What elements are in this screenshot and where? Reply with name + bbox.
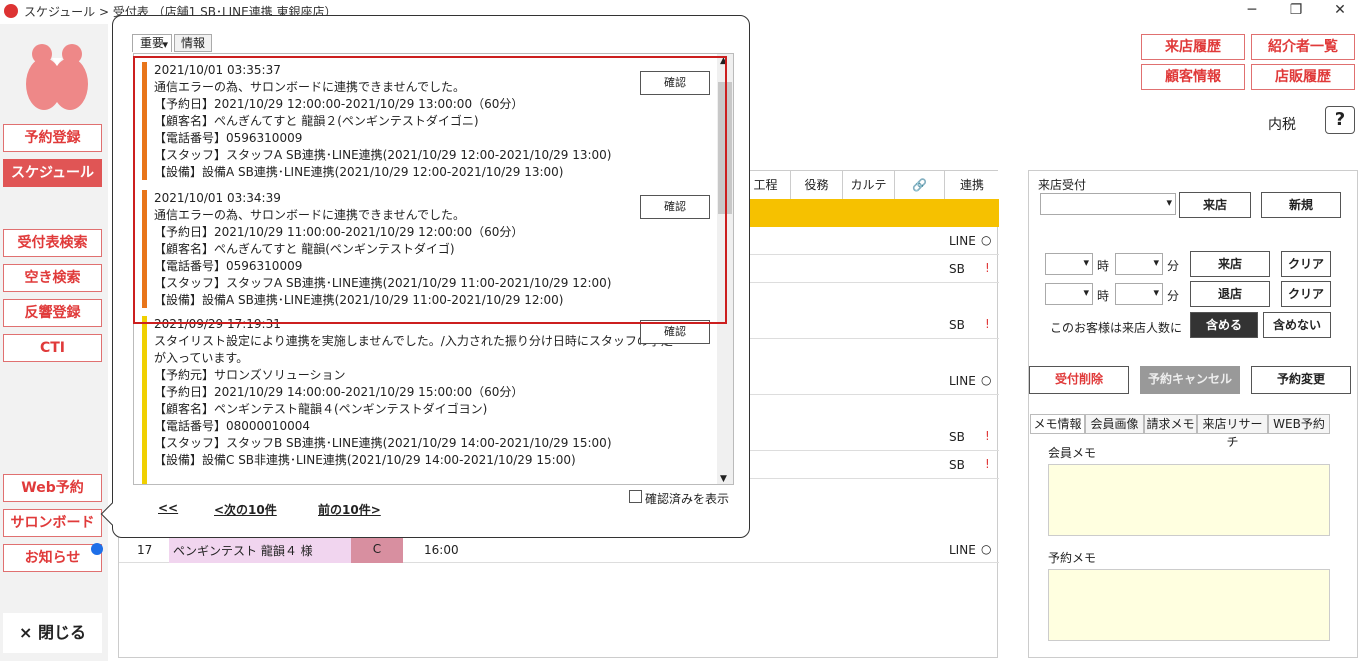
link-type: SB [949, 430, 965, 444]
notification-text: 2021/09/29 17:19:31 スタイリスト設定により連携を実施しません… [154, 317, 673, 467]
delete-reception-button[interactable]: 受付削除 [1029, 366, 1129, 394]
scroll-down-icon[interactable]: ▼ [720, 474, 727, 484]
first-page-link[interactable]: << [158, 501, 178, 515]
schedule-button[interactable]: スケジュール [3, 159, 102, 187]
status-icon: ○ [981, 373, 992, 387]
tab-visit-research[interactable]: 来店リサーチ [1197, 414, 1268, 449]
tax-label: 内税 [1268, 117, 1296, 133]
web-reserve-button[interactable]: Web予約 [3, 474, 102, 502]
leave-minute-select[interactable] [1115, 283, 1163, 305]
row-number: 17 [137, 543, 153, 557]
arrive-hour-select[interactable] [1045, 253, 1093, 275]
reserve-button[interactable]: 予約登録 [3, 124, 102, 152]
salon-board-button[interactable]: サロンボード [3, 509, 102, 537]
include-button[interactable]: 含める [1190, 312, 1258, 338]
tab-important[interactable]: 重要 [132, 34, 172, 53]
notification-popup: 重要 情報 2021/10/01 03:35:37 通信エラーの為、サロンボード… [100, 15, 750, 538]
member-memo-label: 会員メモ [1048, 446, 1097, 460]
vacancy-button[interactable]: 空き検索 [3, 264, 102, 292]
course-code: C [351, 537, 403, 563]
reserve-memo-field[interactable] [1048, 569, 1330, 641]
cancel-reservation-button[interactable]: 予約キャンセル [1140, 366, 1240, 394]
tab-info[interactable]: 情報 [174, 34, 212, 52]
hour-label: 時 [1097, 259, 1110, 273]
sidebar: 予約登録 スケジュール 受付表検索 空き検索 反響登録 CTI Web予約 サロ… [0, 24, 108, 661]
header-karte: カルテ [843, 171, 895, 199]
app-logo-icon [4, 4, 18, 18]
highlight-box [133, 56, 727, 324]
tab-web-reserve[interactable]: WEB予約 [1268, 414, 1330, 434]
customer-name: ペンギンテスト 龍韻４ 様 [169, 537, 351, 563]
count-text: このお客様は来店人数に [1050, 321, 1183, 335]
exclude-button[interactable]: 含めない [1263, 312, 1331, 338]
time: 16:00 [424, 543, 459, 557]
show-confirmed-label: 確認済みを表示 [645, 492, 730, 506]
reserve-memo-label: 予約メモ [1048, 551, 1097, 565]
warning-icon: ! [985, 261, 990, 275]
minimize-icon[interactable]: ─ [1232, 2, 1272, 18]
link-type: SB [949, 262, 965, 276]
visit-button[interactable]: 来店 [1179, 192, 1251, 218]
customer-info-button[interactable]: 顧客情報 [1141, 64, 1245, 90]
hour-label: 時 [1097, 289, 1110, 303]
tab-memo[interactable]: メモ情報 [1030, 414, 1085, 434]
search-button[interactable]: 受付表検索 [3, 229, 102, 257]
reception-select[interactable] [1040, 193, 1176, 215]
response-button[interactable]: 反響登録 [3, 299, 102, 327]
penguin-logo-icon [26, 44, 88, 110]
show-confirmed-checkbox[interactable] [629, 490, 642, 503]
minute-label: 分 [1167, 289, 1180, 303]
table-row-17[interactable]: 17 ペンギンテスト 龍韻４ 様 C 16:00 LINE ○ [119, 537, 999, 563]
minute-label: 分 [1167, 259, 1180, 273]
maximize-icon[interactable]: ❐ [1276, 2, 1316, 18]
next-page-link[interactable]: <次の10件 [214, 501, 277, 518]
list-item: 2021/09/29 17:19:31 スタイリスト設定により連携を実施しません… [142, 316, 714, 484]
visit-history-button[interactable]: 来店履歴 [1141, 34, 1245, 60]
header-service: 役務 [791, 171, 843, 199]
store-sales-button[interactable]: 店販履歴 [1251, 64, 1355, 90]
prev-page-link[interactable]: 前の10件> [318, 501, 381, 518]
link-type: LINE [949, 543, 976, 557]
news-button[interactable]: お知らせ [3, 543, 103, 572]
status-icon: ○ [981, 542, 992, 556]
leave-hour-select[interactable] [1045, 283, 1093, 305]
link-type: LINE [949, 374, 976, 388]
arrive-minute-select[interactable] [1115, 253, 1163, 275]
close-window-icon[interactable]: ✕ [1320, 2, 1360, 18]
clear-arrive-button[interactable]: クリア [1281, 251, 1331, 277]
warning-icon: ! [985, 457, 990, 471]
cti-button[interactable]: CTI [3, 334, 102, 362]
new-button[interactable]: 新規 [1261, 192, 1341, 218]
change-reservation-button[interactable]: 予約変更 [1251, 366, 1351, 394]
link-type: SB [949, 458, 965, 472]
tab-billing-memo[interactable]: 請求メモ [1144, 414, 1197, 434]
arrive-button[interactable]: 来店 [1190, 251, 1270, 277]
member-memo-field[interactable] [1048, 464, 1330, 536]
reception-label: 来店受付 [1038, 178, 1087, 192]
referrer-list-button[interactable]: 紹介者一覧 [1251, 34, 1355, 60]
link-type: LINE [949, 234, 976, 248]
warning-icon: ! [985, 429, 990, 443]
header-link: 連携 [945, 171, 999, 199]
leave-button[interactable]: 退店 [1190, 281, 1270, 307]
link-icon: 🔗 [895, 171, 945, 199]
warning-icon: ! [985, 317, 990, 331]
tab-member-image[interactable]: 会員画像 [1085, 414, 1144, 434]
close-button[interactable]: × 閉じる [3, 613, 102, 653]
status-icon: ○ [981, 233, 992, 247]
link-type: SB [949, 318, 965, 332]
notification-dot-icon [91, 543, 103, 555]
news-label: お知らせ [24, 550, 81, 566]
clear-leave-button[interactable]: クリア [1281, 281, 1331, 307]
priority-bar [142, 316, 147, 484]
help-button[interactable]: ? [1325, 106, 1355, 134]
